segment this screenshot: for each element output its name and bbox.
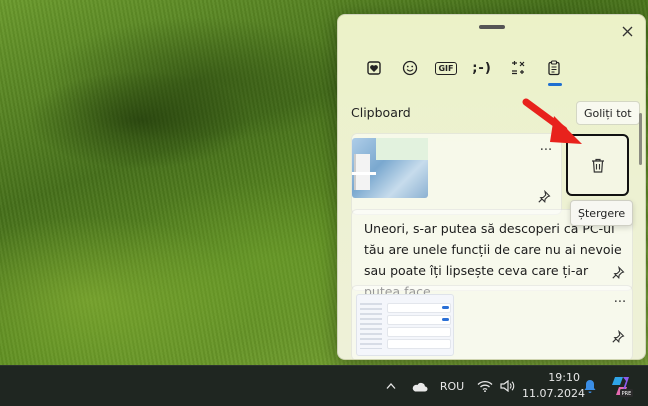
speaker-icon: [499, 380, 514, 392]
heart-icon: [367, 61, 381, 75]
pin-icon[interactable]: [537, 190, 551, 204]
cloud-icon: [412, 382, 427, 391]
language-label: ROU: [439, 379, 465, 393]
volume-button[interactable]: [496, 366, 518, 406]
show-hidden-icons-button[interactable]: [382, 366, 400, 406]
language-indicator[interactable]: ROU: [438, 366, 466, 406]
wifi-icon: [477, 380, 493, 392]
tab-favorites[interactable]: [356, 53, 392, 83]
tab-symbols[interactable]: [500, 53, 536, 83]
tab-clipboard[interactable]: [536, 53, 572, 86]
clock-time: 19:10: [548, 371, 580, 384]
network-button[interactable]: [474, 366, 496, 406]
panel-tabs: GIF ;-): [356, 53, 572, 86]
smiley-icon: [402, 60, 418, 76]
tab-emoji[interactable]: [392, 53, 428, 83]
section-title: Clipboard: [351, 105, 411, 120]
clock-date: 11.07.2024: [522, 387, 585, 400]
clipboard-icon: [548, 60, 560, 76]
drag-handle[interactable]: [479, 25, 505, 29]
annotation-arrow: [522, 98, 582, 144]
copilot-button[interactable]: PRE: [606, 366, 636, 406]
close-button[interactable]: [617, 21, 637, 41]
pre-badge: PRE: [622, 391, 632, 397]
close-icon: [622, 26, 632, 36]
copilot-icon: PRE: [612, 377, 633, 397]
onedrive-button[interactable]: [408, 366, 430, 406]
taskbar: ROU 19:10 11.07.2024 PRE: [0, 365, 648, 406]
tab-kaomoji[interactable]: ;-): [464, 53, 500, 83]
kaomoji-icon: ;-): [472, 60, 492, 76]
clipboard-item-image[interactable]: ···: [351, 285, 633, 359]
bell-icon: [584, 379, 596, 393]
delete-tooltip: Ștergere: [570, 200, 634, 226]
more-options-button[interactable]: ···: [611, 296, 629, 309]
notifications-button[interactable]: [580, 366, 600, 406]
scrollbar[interactable]: [639, 113, 642, 165]
image-thumbnail: [352, 138, 428, 198]
trash-icon: [591, 158, 604, 173]
clock[interactable]: 19:10 11.07.2024: [522, 370, 585, 402]
gif-icon: GIF: [435, 61, 457, 75]
tab-gif[interactable]: GIF: [428, 53, 464, 83]
screenshot-thumbnail: [356, 294, 454, 356]
pin-icon[interactable]: [611, 266, 625, 280]
pin-icon[interactable]: [611, 330, 625, 344]
chevron-up-icon: [386, 383, 396, 389]
symbols-icon: [512, 61, 525, 75]
